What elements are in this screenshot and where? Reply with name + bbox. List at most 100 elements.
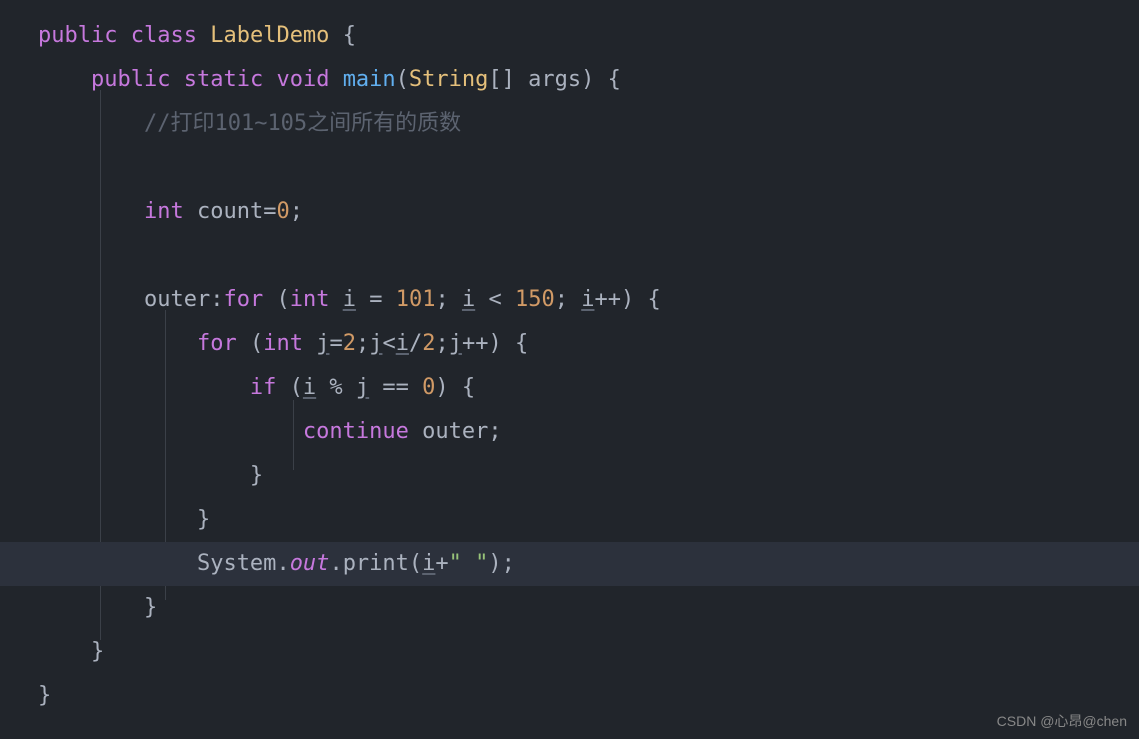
brackets: [] bbox=[488, 67, 515, 92]
code-line[interactable]: if (i % j == 0) { bbox=[38, 366, 1139, 410]
keyword: class bbox=[131, 23, 197, 48]
brace: { bbox=[462, 375, 475, 400]
paren: ( bbox=[250, 331, 263, 356]
code-line[interactable] bbox=[38, 234, 1139, 278]
semicolon: ; bbox=[488, 419, 501, 444]
keyword: public bbox=[38, 23, 117, 48]
string: " " bbox=[449, 551, 489, 576]
class-ref: System bbox=[197, 551, 276, 576]
dot: . bbox=[276, 551, 289, 576]
number: 2 bbox=[343, 331, 356, 356]
code-line[interactable]: int count=0; bbox=[38, 190, 1139, 234]
code-line[interactable]: } bbox=[38, 498, 1139, 542]
code-line[interactable]: continue outer; bbox=[38, 410, 1139, 454]
variable: j bbox=[449, 331, 462, 356]
keyword: int bbox=[263, 331, 303, 356]
brace: } bbox=[91, 639, 104, 664]
paren: ) bbox=[488, 551, 501, 576]
variable: i bbox=[462, 287, 475, 312]
brace: } bbox=[197, 507, 210, 532]
class-name: LabelDemo bbox=[210, 23, 329, 48]
keyword: for bbox=[223, 287, 263, 312]
paren: ( bbox=[276, 287, 289, 312]
param: args bbox=[528, 67, 581, 92]
paren: ( bbox=[409, 551, 422, 576]
brace: { bbox=[647, 287, 660, 312]
label: outer bbox=[144, 287, 210, 312]
colon: : bbox=[210, 287, 223, 312]
number: 2 bbox=[422, 331, 435, 356]
operator: ++ bbox=[462, 331, 489, 356]
variable: i bbox=[581, 287, 594, 312]
operator: = bbox=[329, 331, 342, 356]
comment: //打印101~105之间所有的质数 bbox=[144, 111, 461, 136]
semicolon: ; bbox=[290, 199, 303, 224]
operator: < bbox=[475, 287, 515, 312]
brace: { bbox=[608, 67, 621, 92]
semicolon: ; bbox=[435, 287, 448, 312]
brace: } bbox=[144, 595, 157, 620]
operator: == bbox=[369, 375, 422, 400]
operator: < bbox=[382, 331, 395, 356]
brace: { bbox=[343, 23, 356, 48]
semicolon: ; bbox=[356, 331, 369, 356]
code-line[interactable]: outer:for (int i = 101; i < 150; i++) { bbox=[38, 278, 1139, 322]
label-ref: outer bbox=[422, 419, 488, 444]
semicolon: ; bbox=[435, 331, 448, 356]
method: print bbox=[343, 551, 409, 576]
operator: = bbox=[263, 199, 276, 224]
operator: / bbox=[409, 331, 422, 356]
code-editor[interactable]: public class LabelDemo { public static v… bbox=[0, 0, 1139, 718]
operator: ++ bbox=[594, 287, 621, 312]
paren: ( bbox=[396, 67, 409, 92]
code-line[interactable]: } bbox=[38, 454, 1139, 498]
variable: i bbox=[396, 331, 409, 356]
operator: + bbox=[435, 551, 448, 576]
keyword: void bbox=[276, 67, 329, 92]
variable: i bbox=[303, 375, 316, 400]
paren: ( bbox=[290, 375, 303, 400]
dot: . bbox=[329, 551, 342, 576]
paren: ) bbox=[581, 67, 594, 92]
code-line[interactable]: } bbox=[38, 674, 1139, 718]
keyword: continue bbox=[303, 419, 409, 444]
keyword: int bbox=[144, 199, 184, 224]
paren: ) bbox=[621, 287, 634, 312]
paren: ) bbox=[435, 375, 448, 400]
variable: i bbox=[422, 551, 435, 576]
brace: } bbox=[250, 463, 263, 488]
field: out bbox=[290, 551, 330, 576]
brace: } bbox=[38, 683, 51, 708]
code-line[interactable] bbox=[38, 146, 1139, 190]
function-name: main bbox=[343, 67, 396, 92]
brace: { bbox=[515, 331, 528, 356]
number: 0 bbox=[422, 375, 435, 400]
operator: = bbox=[356, 287, 396, 312]
variable: j bbox=[356, 375, 369, 400]
code-line[interactable]: public class LabelDemo { bbox=[38, 14, 1139, 58]
code-line-current[interactable]: 💡 System.out.print(i+" "); bbox=[0, 542, 1139, 586]
variable: j bbox=[316, 331, 329, 356]
keyword: if bbox=[250, 375, 277, 400]
variable: j bbox=[369, 331, 382, 356]
keyword: int bbox=[290, 287, 330, 312]
type: String bbox=[409, 67, 488, 92]
watermark: CSDN @心昂@chen bbox=[997, 711, 1127, 731]
semicolon: ; bbox=[555, 287, 568, 312]
variable: i bbox=[343, 287, 356, 312]
code-line[interactable]: //打印101~105之间所有的质数 bbox=[38, 102, 1139, 146]
operator: % bbox=[316, 375, 356, 400]
keyword: public bbox=[91, 67, 170, 92]
keyword: static bbox=[184, 67, 263, 92]
code-line[interactable]: public static void main(String[] args) { bbox=[38, 58, 1139, 102]
paren: ) bbox=[488, 331, 501, 356]
number: 150 bbox=[515, 287, 555, 312]
number: 101 bbox=[396, 287, 436, 312]
code-line[interactable]: } bbox=[38, 630, 1139, 674]
number: 0 bbox=[276, 199, 289, 224]
code-line[interactable]: } bbox=[38, 586, 1139, 630]
semicolon: ; bbox=[502, 551, 515, 576]
keyword: for bbox=[197, 331, 237, 356]
variable: count bbox=[197, 199, 263, 224]
code-line[interactable]: for (int j=2;j<i/2;j++) { bbox=[38, 322, 1139, 366]
